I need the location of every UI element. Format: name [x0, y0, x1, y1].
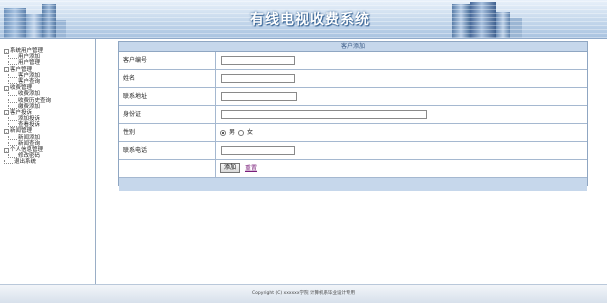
form-footer-bar	[119, 178, 587, 191]
nav-tree: - 系统用户管理 用户添加 用户管理 - 客户管理 客户添加 客户查询 - 收费管理 …	[4, 48, 51, 166]
column-divider	[215, 106, 216, 123]
form-row-phone: 联系电话	[119, 142, 587, 160]
sidebar-nav: - 系统用户管理 用户添加 用户管理 - 客户管理 客户添加 客户查询 - 收费管理 …	[0, 39, 96, 284]
column-divider	[215, 52, 216, 69]
column-divider	[215, 142, 216, 159]
collapse-icon[interactable]: -	[4, 129, 9, 135]
collapse-icon[interactable]: -	[4, 85, 9, 92]
form-title: 客户添加	[119, 42, 587, 52]
field-label: 客户编号	[123, 57, 148, 64]
tree-line-icon	[8, 73, 17, 78]
customer-id-input[interactable]	[221, 56, 295, 65]
field-label: 姓名	[123, 75, 136, 82]
column-divider	[215, 70, 216, 87]
gender-female-radio[interactable]	[238, 129, 245, 136]
collapse-icon[interactable]: -	[4, 48, 9, 55]
add-button[interactable]: 添加	[220, 163, 241, 173]
form-row-customer-id: 客户编号	[119, 52, 587, 70]
tree-line-icon	[4, 160, 13, 165]
tree-line-icon	[8, 61, 17, 66]
copyright-text: Copyright (C) xxxxxx学院 计算机系毕业设计专用	[252, 291, 355, 296]
reset-link[interactable]: 重置	[245, 160, 257, 177]
address-input[interactable]	[221, 92, 297, 101]
collapse-icon[interactable]: -	[4, 147, 9, 154]
tree-line-icon	[8, 55, 17, 60]
field-label: 性别	[123, 129, 136, 136]
field-label: 身份证	[123, 111, 142, 118]
tree-line-icon	[8, 154, 17, 159]
collapse-icon[interactable]: -	[4, 110, 9, 116]
customer-add-form: 客户添加 客户编号 姓名 联系地址 身份证 性别 男 女 联系电话 添加 重置	[118, 41, 588, 191]
header-banner: 有线电视收费系统	[0, 0, 607, 39]
nav-item-logout[interactable]: 退出系统	[4, 159, 51, 165]
column-divider	[215, 160, 216, 177]
gender-male-label: 男	[229, 129, 236, 136]
field-label: 联系电话	[123, 147, 148, 154]
phone-input[interactable]	[221, 146, 295, 155]
gender-male-radio[interactable]	[220, 129, 226, 136]
tree-line-icon	[8, 80, 17, 85]
gender-radio-group: 男 女	[220, 124, 253, 141]
tree-line-icon	[8, 123, 17, 128]
page-footer: Copyright (C) xxxxxx学院 计算机系毕业设计专用	[0, 284, 607, 303]
tree-line-icon	[8, 117, 17, 122]
id-card-input[interactable]	[221, 110, 427, 119]
name-input[interactable]	[221, 74, 295, 83]
tree-line-icon	[8, 98, 17, 103]
form-row-actions: 添加 重置	[119, 160, 587, 178]
collapse-icon[interactable]: -	[4, 67, 9, 73]
tree-line-icon	[8, 135, 17, 140]
app-title: 有线电视收费系统	[250, 12, 370, 28]
form-row-id-card: 身份证	[119, 106, 587, 124]
tree-line-icon	[8, 141, 17, 146]
column-divider	[215, 124, 216, 141]
tree-line-icon	[8, 104, 17, 109]
form-row-name: 姓名	[119, 70, 587, 88]
form-row-address: 联系地址	[119, 88, 587, 106]
field-label: 联系地址	[123, 93, 148, 100]
form-row-gender: 性别 男 女	[119, 124, 587, 142]
tree-line-icon	[8, 92, 17, 97]
column-divider	[215, 88, 216, 105]
gender-female-label: 女	[247, 129, 254, 136]
